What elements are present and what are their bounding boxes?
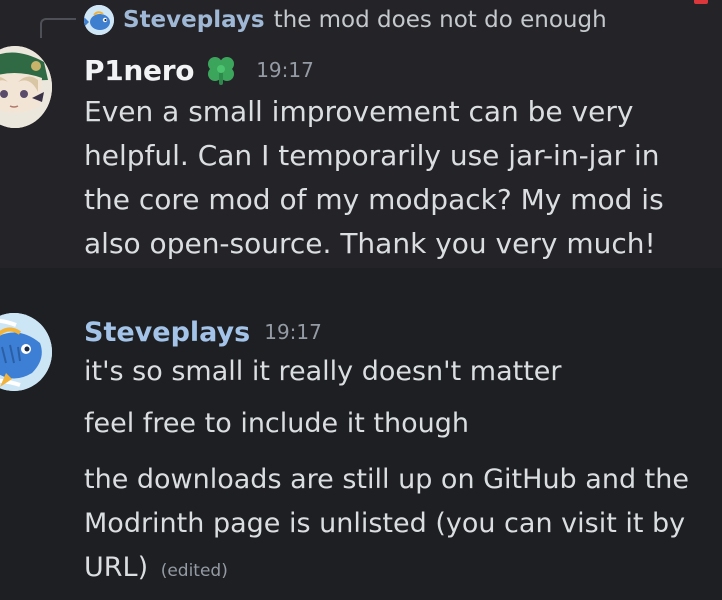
reply-preview[interactable]: the mod does not do enough — [274, 7, 607, 33]
anime-avatar-icon — [0, 46, 52, 128]
edited-label[interactable]: (edited) — [161, 561, 228, 581]
username[interactable]: P1nero — [84, 54, 194, 87]
reply-avatar[interactable] — [84, 5, 114, 35]
chat-view: Steveplays the mod does not do enough P1… — [0, 0, 722, 600]
message-p1nero[interactable]: Steveplays the mod does not do enough P1… — [0, 0, 722, 268]
message-line: it's so small it really doesn't matter — [84, 356, 562, 387]
timestamp[interactable]: 19:17 — [264, 320, 322, 344]
avatar-steveplays[interactable] — [0, 313, 52, 391]
message-header: Steveplays 19:17 — [84, 313, 322, 351]
avatar-p1nero[interactable] — [0, 46, 52, 128]
reply-spine — [40, 18, 76, 38]
timestamp[interactable]: 19:17 — [256, 58, 314, 82]
message-line: the downloads are still up on GitHub and… — [84, 458, 709, 593]
message-header: P1nero 19:17 — [84, 52, 314, 88]
fish-avatar-icon — [0, 313, 52, 391]
fish-avatar-icon — [84, 5, 114, 35]
message-content: Even a small improvement can be very hel… — [84, 95, 664, 260]
clover-icon[interactable] — [204, 53, 238, 87]
username[interactable]: Steveplays — [84, 317, 250, 348]
reply-reference[interactable]: Steveplays the mod does not do enough — [84, 4, 607, 36]
corner-indicator — [694, 0, 708, 4]
message-line: feel free to include it though — [84, 408, 469, 439]
reply-username[interactable]: Steveplays — [123, 7, 265, 33]
